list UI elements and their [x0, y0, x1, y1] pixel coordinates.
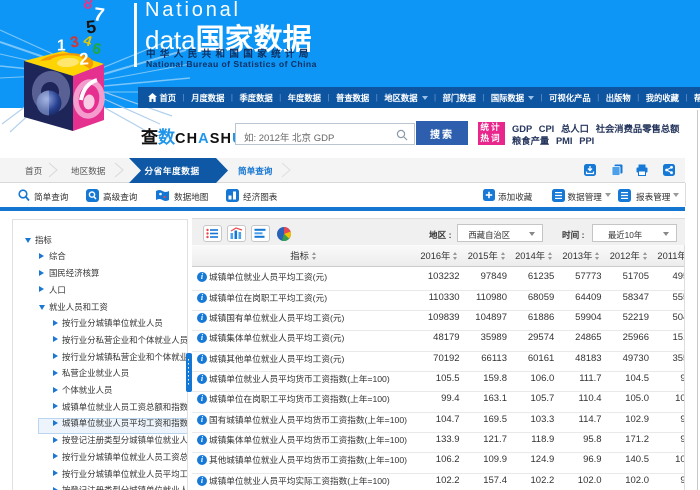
- svg-text:2: 2: [79, 49, 90, 69]
- svg-text:6: 6: [90, 40, 103, 59]
- svg-text:1: 1: [57, 38, 66, 55]
- svg-text:8: 8: [82, 0, 94, 13]
